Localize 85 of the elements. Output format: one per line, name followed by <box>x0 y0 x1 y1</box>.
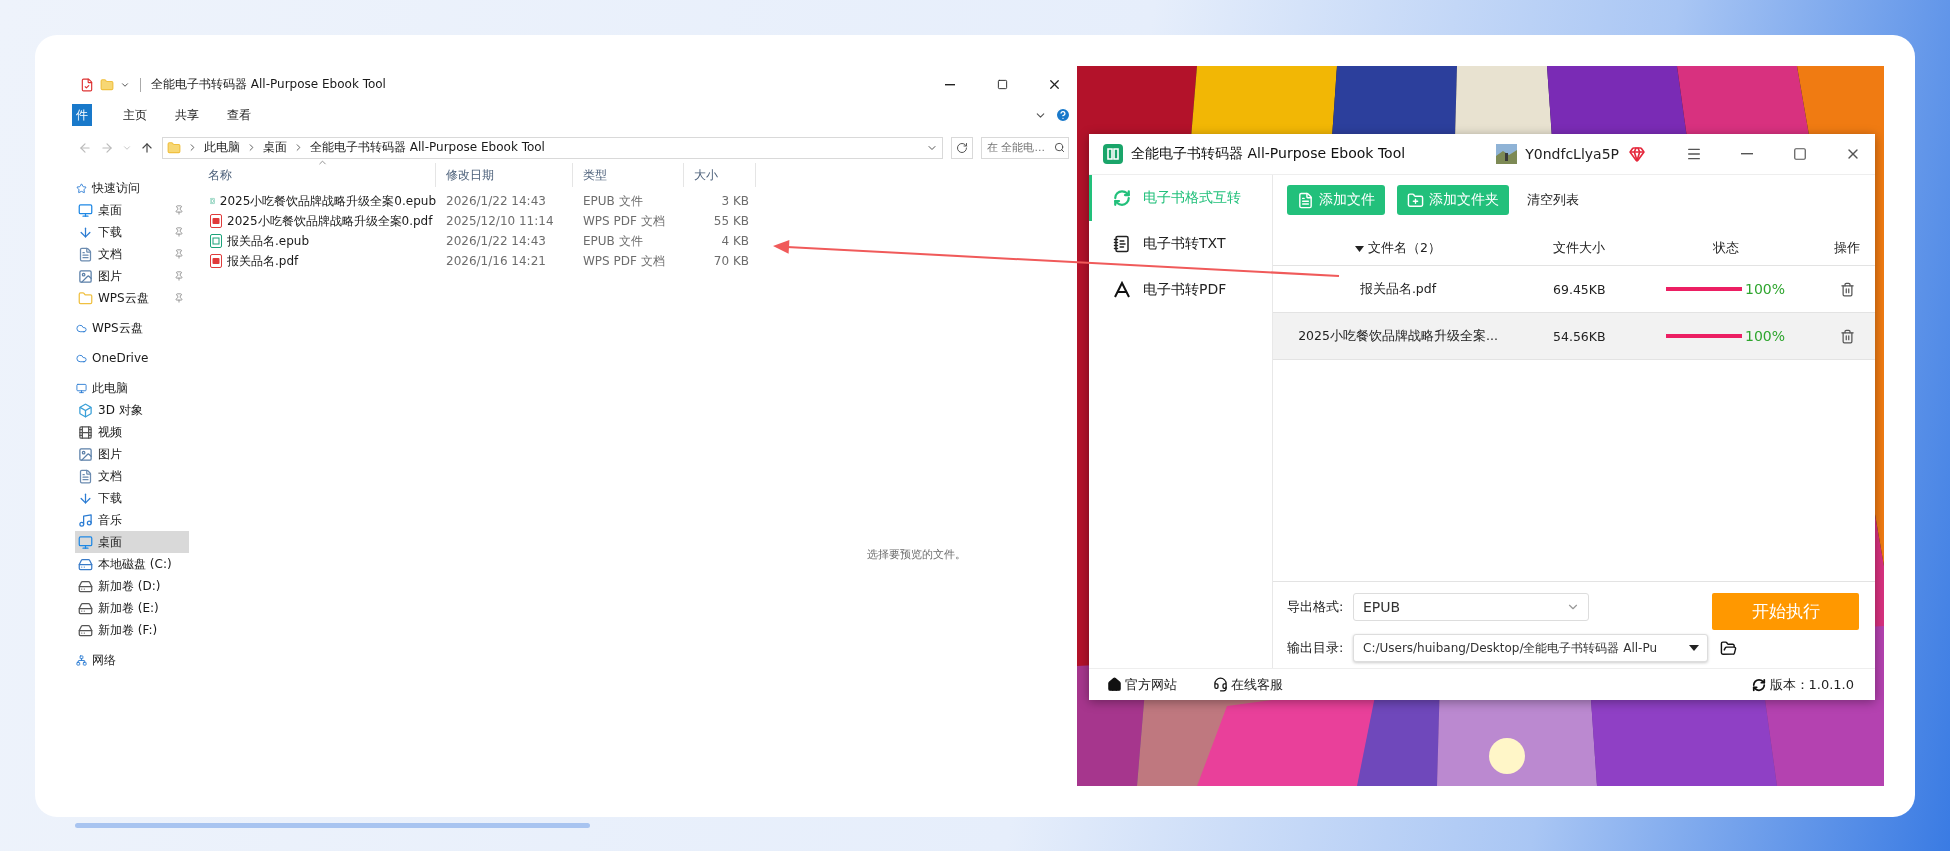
cloud-icon <box>76 352 87 364</box>
file-type: EPUB 文件 <box>582 232 644 250</box>
file-size: 4 KB <box>720 234 750 248</box>
file-size: 3 KB <box>720 194 750 208</box>
drive-icon <box>78 600 93 616</box>
file-date: 2025/12/10 11:14 <box>445 214 555 228</box>
file-size: 55 KB <box>712 214 750 228</box>
nav-item[interactable]: 图片 <box>75 443 189 465</box>
search-field[interactable]: 在 全能电... <box>981 136 1069 159</box>
pdf-file-icon <box>210 254 222 268</box>
nav-item[interactable]: 本地磁盘 (C:) <box>75 553 189 575</box>
search-icon <box>1054 141 1065 153</box>
nav-item[interactable]: 桌面 <box>75 531 189 553</box>
nav-item[interactable]: 网络 <box>75 649 189 671</box>
breadcrumb[interactable]: 桌面 <box>263 139 287 156</box>
refresh-button[interactable] <box>951 136 973 159</box>
column-header[interactable]: 类型 <box>573 163 684 187</box>
file-date: 2026/1/16 14:21 <box>445 254 547 268</box>
column-header[interactable]: 修改日期 <box>436 163 573 187</box>
film-icon <box>78 424 93 440</box>
monitor-icon <box>78 534 93 550</box>
nav-item[interactable]: WPS云盘 <box>75 287 189 309</box>
down-arrow-icon <box>78 490 93 506</box>
monitor-icon <box>78 202 93 218</box>
minimize-icon <box>945 83 955 86</box>
help-icon[interactable] <box>1055 107 1071 123</box>
folder-icon <box>78 290 93 306</box>
file-name[interactable]: 报关品名.epub <box>198 232 436 250</box>
folder-icon <box>167 140 181 155</box>
image-icon <box>78 446 93 462</box>
window-title: 全能电子书转码器 All-Purpose Ebook Tool <box>151 76 387 93</box>
epub-file-icon <box>210 234 222 248</box>
nav-item[interactable]: 图片 <box>75 265 189 287</box>
network-icon <box>76 654 87 666</box>
file-date: 2026/1/22 14:43 <box>445 234 547 248</box>
document-icon <box>78 468 93 484</box>
breadcrumb[interactable]: 此电脑 <box>204 139 240 156</box>
nav-item[interactable]: OneDrive <box>75 347 189 369</box>
file-name[interactable]: 2025小吃餐饮品牌战略升级全案0.epub <box>198 192 436 210</box>
document-icon <box>78 246 93 262</box>
refresh-icon <box>956 141 968 154</box>
file-name[interactable]: 2025小吃餐饮品牌战略升级全案0.pdf <box>198 212 436 230</box>
document-check-icon <box>80 77 94 92</box>
nav-item[interactable]: 下载 <box>75 487 189 509</box>
pdf-file-icon <box>210 214 222 228</box>
nav-item[interactable]: 下载 <box>75 221 189 243</box>
drive-icon <box>78 556 93 572</box>
nav-item[interactable]: 文档 <box>75 243 189 265</box>
drive-icon <box>78 578 93 594</box>
ribbon-tab[interactable]: 件 <box>72 104 92 126</box>
nav-item[interactable]: 3D 对象 <box>75 399 189 421</box>
address-bar[interactable]: 此电脑 桌面 全能电子书转码器 All-Purpose Ebook Tool <box>162 136 943 159</box>
cube-icon <box>78 402 93 418</box>
nav-item[interactable]: 此电脑 <box>75 377 189 399</box>
folder-icon <box>100 77 114 92</box>
down-arrow-icon <box>78 224 93 240</box>
nav-item[interactable]: 桌面 <box>75 199 189 221</box>
nav-item[interactable]: 文档 <box>75 465 189 487</box>
maximize-icon <box>996 79 1008 90</box>
file-type: EPUB 文件 <box>582 192 644 210</box>
nav-item[interactable]: 新加卷 (F:) <box>75 619 189 641</box>
nav-item[interactable]: 视频 <box>75 421 189 443</box>
nav-item[interactable]: 音乐 <box>75 509 189 531</box>
star-icon <box>76 182 87 194</box>
monitor-icon <box>76 382 87 394</box>
nav-item[interactable]: 新加卷 (D:) <box>75 575 189 597</box>
file-type: WPS PDF 文档 <box>582 212 666 230</box>
nav-item[interactable]: 快速访问 <box>75 177 189 199</box>
music-note-icon <box>78 512 93 528</box>
ribbon-tab[interactable]: 共享 <box>162 104 212 126</box>
breadcrumb[interactable]: 全能电子书转码器 All-Purpose Ebook Tool <box>310 139 545 156</box>
ribbon-tab[interactable]: 查看 <box>214 104 264 126</box>
nav-item[interactable]: WPS云盘 <box>75 317 189 339</box>
column-header[interactable]: 大小 <box>684 163 756 187</box>
file-type: WPS PDF 文档 <box>582 252 666 270</box>
file-size: 70 KB <box>712 254 750 268</box>
column-header[interactable]: 名称 <box>198 163 436 187</box>
cloud-icon <box>76 322 87 334</box>
nav-item[interactable]: 新加卷 (E:) <box>75 597 189 619</box>
ribbon-tab[interactable]: 主页 <box>110 104 160 126</box>
drive-icon <box>78 622 93 638</box>
preview-hint: 选择要预览的文件。 <box>867 547 966 562</box>
image-icon <box>78 268 93 284</box>
file-name[interactable]: 报关品名.pdf <box>198 252 436 270</box>
file-date: 2026/1/22 14:43 <box>445 194 547 208</box>
